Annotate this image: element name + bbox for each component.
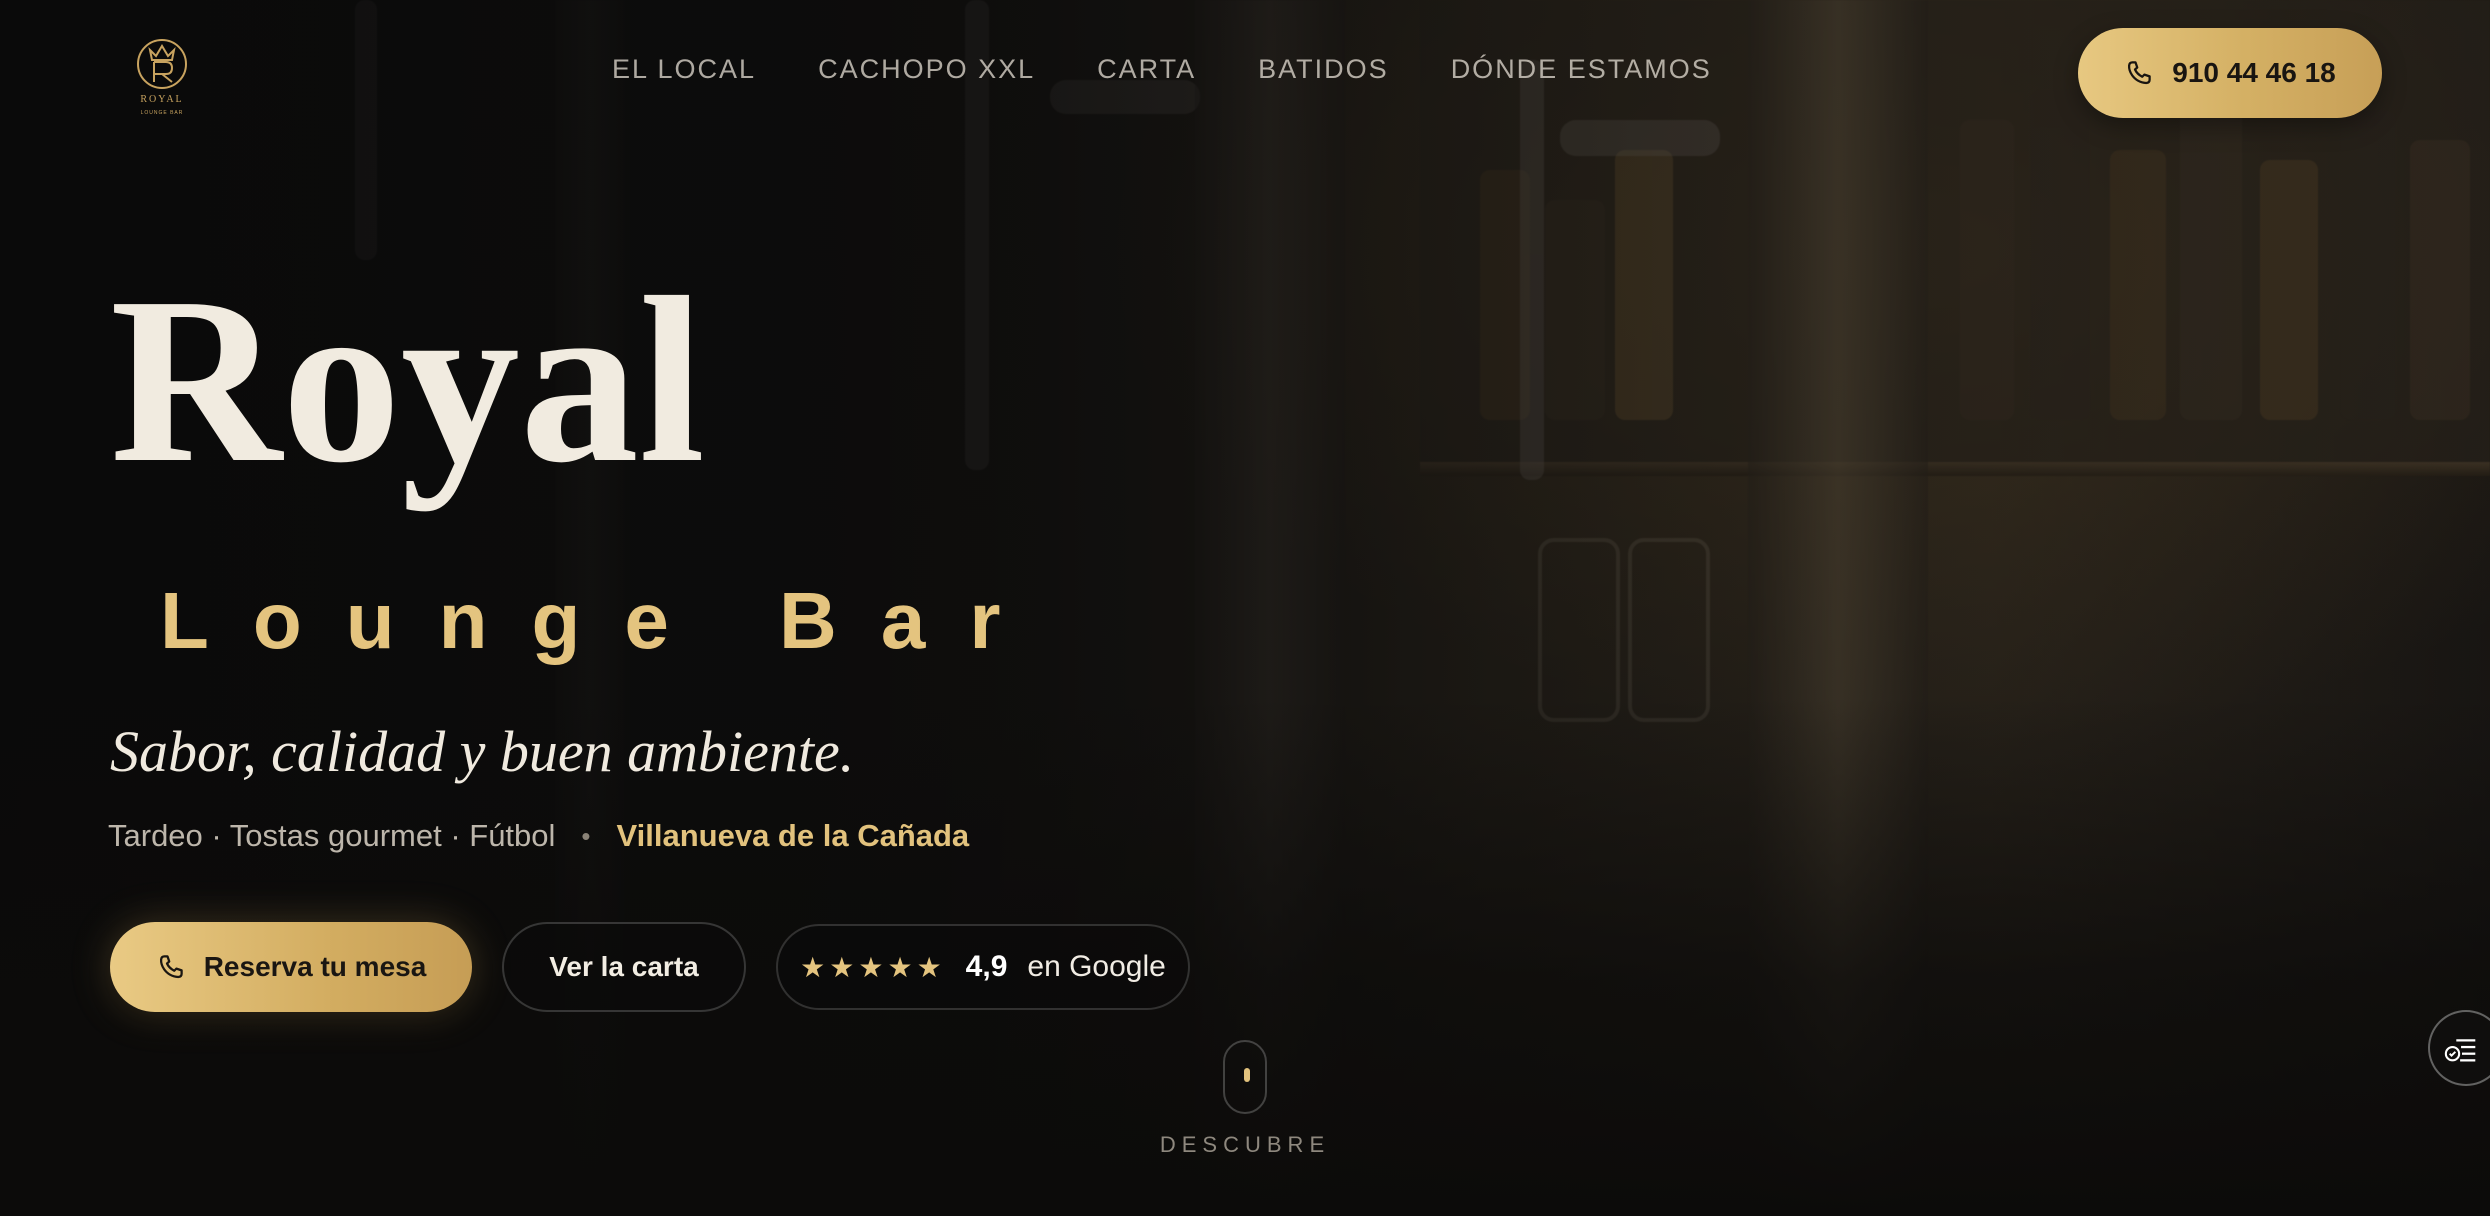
view-menu-button[interactable]: Ver la carta	[502, 922, 746, 1012]
royal-logo[interactable]: ROYAL LOUNGE BAR	[128, 30, 196, 120]
royal-crown-logo-icon: ROYAL LOUNGE BAR	[137, 39, 187, 116]
page: ROYAL LOUNGE BAR EL LOCAL CACHOPO XXL CA…	[0, 0, 2490, 1216]
hero-subtitle: Lounge Bar	[160, 576, 1045, 665]
nav-link-el-local[interactable]: EL LOCAL	[612, 54, 756, 85]
location-label: Villanueva de la Cañada	[616, 818, 970, 853]
logo-subtext: LOUNGE BAR	[141, 110, 184, 116]
header-phone-button[interactable]: 910 44 46 18	[2078, 28, 2382, 118]
hero-tagline: Sabor, calidad y buen ambiente.	[110, 719, 855, 784]
hero-cta-row: Reserva tu mesa Ver la carta ★★★★★ 4,9 e…	[110, 922, 1190, 1012]
scroll-wheel-icon	[1244, 1068, 1250, 1082]
reserve-table-label: Reserva tu mesa	[203, 951, 427, 982]
hero-title: Royal	[110, 249, 705, 512]
hero-features: Tardeo · Tostas gourmet · Fútbol • Villa…	[108, 818, 969, 854]
accessibility-menu-icon	[2444, 1039, 2476, 1062]
rating-stars: ★★★★★	[800, 951, 946, 983]
scroll-down-indicator[interactable]	[1223, 1040, 1267, 1114]
features-separator: •	[581, 820, 591, 851]
nav-link-batidos[interactable]: BATIDOS	[1258, 54, 1389, 85]
scroll-label: DESCUBRE	[1159, 1132, 1331, 1157]
accessibility-menu-button[interactable]	[2428, 1010, 2490, 1086]
features-list: Tardeo · Tostas gourmet · Fútbol	[108, 818, 556, 853]
view-menu-label: Ver la carta	[549, 951, 699, 982]
nav-link-cachopo-xxl[interactable]: CACHOPO XXL	[818, 54, 1035, 85]
header-phone-number: 910 44 46 18	[2172, 57, 2336, 88]
logo-text: ROYAL	[140, 94, 183, 105]
google-rating-badge[interactable]: ★★★★★ 4,9 en Google	[776, 924, 1190, 1010]
rating-source: en Google	[1027, 950, 1166, 983]
nav-link-carta[interactable]: CARTA	[1097, 54, 1196, 85]
phone-icon	[159, 955, 183, 979]
reserve-table-button[interactable]: Reserva tu mesa	[110, 922, 472, 1012]
main-nav: EL LOCAL CACHOPO XXL CARTA BATIDOS DÓNDE…	[612, 54, 1712, 85]
phone-icon	[2128, 61, 2151, 85]
rating-score: 4,9	[965, 950, 1008, 983]
nav-link-donde-estamos[interactable]: DÓNDE ESTAMOS	[1451, 54, 1712, 85]
